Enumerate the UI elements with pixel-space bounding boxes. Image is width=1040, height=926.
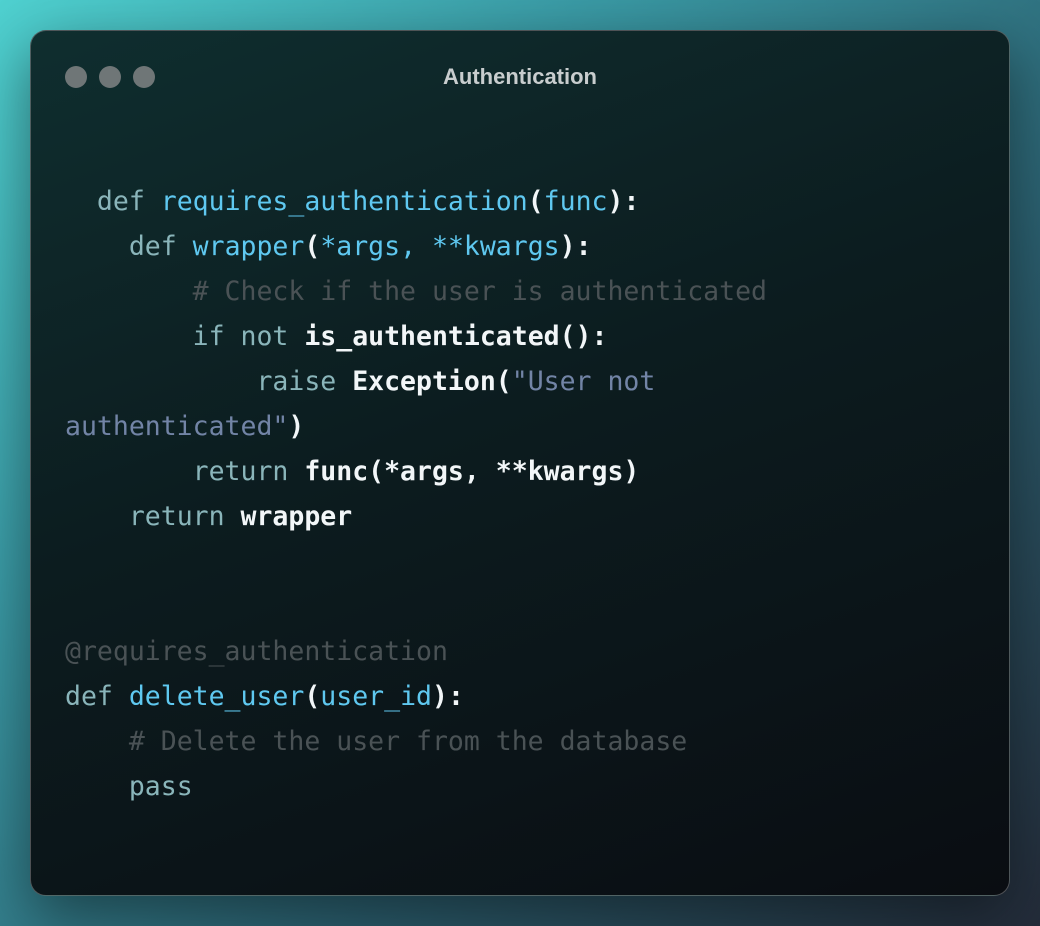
- code-token: @requires_authentication: [65, 636, 448, 667]
- window-title: Authentication: [443, 64, 597, 89]
- code-token: authenticated": [65, 411, 289, 442]
- code-line: return wrapper: [65, 494, 767, 539]
- code-token: def: [65, 681, 129, 712]
- code-line: # Check if the user is authenticated: [65, 269, 767, 314]
- code-token: wrapper: [240, 501, 353, 532]
- code-token: user_id: [320, 681, 432, 712]
- code-line: authenticated"): [65, 404, 767, 449]
- code-line: def wrapper(*args, **kwargs):: [65, 224, 767, 269]
- code-token: is_authenticated():: [304, 321, 608, 352]
- code-token: (: [304, 681, 321, 712]
- code-token: (: [304, 231, 321, 262]
- code-token: if not: [192, 321, 305, 352]
- code-token: *args, **kwargs: [320, 231, 560, 262]
- code-token: func(*args, **kwargs): [304, 456, 640, 487]
- code-line: pass: [65, 764, 767, 809]
- code-token: Exception(: [352, 366, 512, 397]
- code-line: def requires_authentication(func):: [65, 179, 767, 224]
- code-token: def: [96, 186, 161, 217]
- code-line: if not is_authenticated():: [65, 314, 767, 359]
- code-line: return func(*args, **kwargs): [65, 449, 767, 494]
- code-token: pass: [128, 771, 193, 802]
- code-token: delete_user: [128, 681, 305, 712]
- code-line: def delete_user(user_id):: [65, 674, 767, 719]
- code-token: ):: [607, 186, 640, 217]
- code-token: "User not: [511, 366, 656, 397]
- code-token: raise: [256, 366, 353, 397]
- code-token: requires_authentication: [160, 186, 528, 217]
- code-token: return: [192, 456, 305, 487]
- code-line: raise Exception("User not: [65, 359, 767, 404]
- code-token: ): [288, 411, 305, 442]
- code-token: # Check if the user is authenticated: [192, 276, 767, 307]
- code-token: ):: [431, 681, 464, 712]
- code-line: @requires_authentication: [65, 629, 767, 674]
- code-line: # Delete the user from the database: [65, 719, 767, 764]
- code-token: (: [527, 186, 544, 217]
- code-token: ):: [559, 231, 592, 262]
- code-token: return: [128, 501, 241, 532]
- code-token: wrapper: [192, 231, 305, 262]
- code-token: # Delete the user from the database: [128, 726, 688, 757]
- code-block[interactable]: def requires_authentication(func): def w…: [65, 179, 767, 809]
- title-bar: Authentication: [31, 31, 1009, 123]
- code-window: Authentication def requires_authenticati…: [30, 30, 1010, 896]
- code-token: func: [543, 186, 608, 217]
- code-token: def: [128, 231, 193, 262]
